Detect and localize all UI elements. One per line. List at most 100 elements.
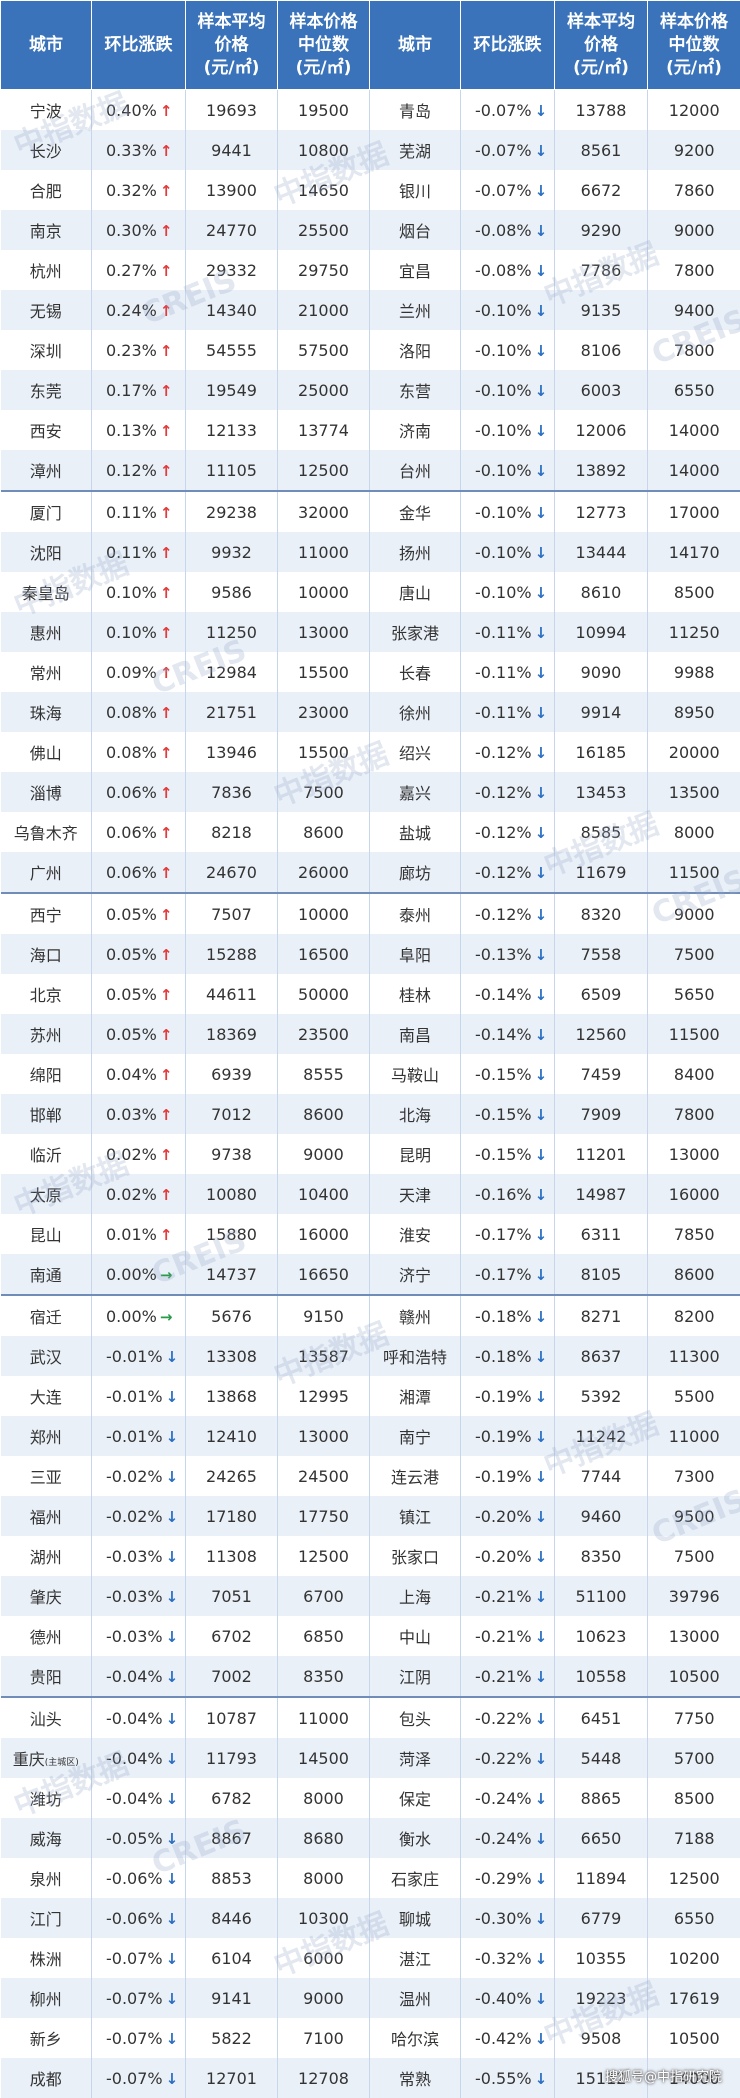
median-price-cell: 29750 — [278, 250, 370, 290]
city-name: 盐城 — [399, 824, 431, 843]
table-row: 苏州0.05%↑1836923500南昌-0.14%↓1256011500 — [1, 1014, 740, 1054]
change-value: -0.01% — [106, 1387, 163, 1406]
median-price-cell: 16500 — [278, 934, 370, 974]
avg-price-cell: 8350 — [555, 1536, 648, 1576]
table-row: 杭州0.27%↑2933229750宜昌-0.08%↓77867800 — [1, 250, 740, 290]
avg-price-cell: 6451 — [555, 1697, 648, 1738]
change-value: 0.06% — [106, 823, 157, 842]
arrow-up-icon: ↑ — [160, 824, 173, 842]
change-cell: -0.19%↓ — [461, 1456, 555, 1496]
median-price-cell: 57500 — [278, 330, 370, 370]
change-cell: -0.01%↓ — [92, 1416, 186, 1456]
avg-price-cell: 9441 — [186, 130, 278, 170]
arrow-down-icon: ↓ — [535, 1186, 548, 1204]
change-value: -0.10% — [475, 503, 532, 522]
city-name: 包头 — [399, 1710, 431, 1729]
city-cell: 佛山 — [1, 732, 92, 772]
change-value: -0.12% — [475, 905, 532, 924]
avg-price-cell: 11105 — [186, 450, 278, 491]
arrow-down-icon: ↓ — [535, 624, 548, 642]
avg-price-cell: 14737 — [186, 1254, 278, 1295]
city-name: 常熟 — [399, 2070, 431, 2089]
city-name: 湖州 — [30, 1548, 62, 1567]
median-price-cell: 6550 — [648, 370, 740, 410]
change-value: 0.10% — [106, 583, 157, 602]
change-cell: -0.01%↓ — [92, 1376, 186, 1416]
median-price-cell: 7188 — [648, 1818, 740, 1858]
change-cell: -0.11%↓ — [461, 652, 555, 692]
change-cell: 0.27%↑ — [92, 250, 186, 290]
change-cell: 0.30%↑ — [92, 210, 186, 250]
change-cell: -0.08%↓ — [461, 250, 555, 290]
arrow-down-icon: ↓ — [535, 422, 548, 440]
median-price-cell: 14000 — [648, 450, 740, 491]
city-cell: 苏州 — [1, 1014, 92, 1054]
arrow-down-icon: ↓ — [535, 1026, 548, 1044]
change-value: 0.30% — [106, 221, 157, 240]
header-row: 城市 环比涨跌 样本平均 价格 (元/㎡) 样本价格 中位数 (元/㎡) 城市 … — [1, 1, 740, 90]
arrow-up-icon: ↑ — [160, 382, 173, 400]
arrow-up-icon: ↑ — [160, 1106, 173, 1124]
city-name: 江阴 — [399, 1668, 431, 1687]
arrow-flat-icon: → — [160, 1266, 173, 1284]
city-cell: 江门 — [1, 1898, 92, 1938]
change-value: 0.09% — [106, 663, 157, 682]
avg-price-cell: 9135 — [555, 290, 648, 330]
avg-price-cell: 7012 — [186, 1094, 278, 1134]
arrow-up-icon: ↑ — [160, 864, 173, 882]
avg-price-cell: 10787 — [186, 1697, 278, 1738]
table-row: 乌鲁木齐0.06%↑82188600盐城-0.12%↓85858000 — [1, 812, 740, 852]
arrow-down-icon: ↓ — [535, 906, 548, 924]
median-price-cell: 13000 — [648, 1616, 740, 1656]
city-name: 沈阳 — [30, 544, 62, 563]
arrow-up-icon: ↑ — [160, 462, 173, 480]
avg-price-cell: 14987 — [555, 1174, 648, 1214]
avg-price-cell: 44611 — [186, 974, 278, 1014]
median-price-cell: 8350 — [278, 1656, 370, 1697]
arrow-down-icon: ↓ — [166, 1388, 179, 1406]
change-cell: 0.02%↑ — [92, 1134, 186, 1174]
median-price-cell: 13587 — [278, 1336, 370, 1376]
change-value: 0.02% — [106, 1145, 157, 1164]
city-cell: 泉州 — [1, 1858, 92, 1898]
table-row: 漳州0.12%↑1110512500台州-0.10%↓1389214000 — [1, 450, 740, 491]
table-row: 威海-0.05%↓88678680衡水-0.24%↓66507188 — [1, 1818, 740, 1858]
median-price-cell: 25000 — [278, 370, 370, 410]
arrow-down-icon: ↓ — [535, 986, 548, 1004]
arrow-up-icon: ↑ — [160, 142, 173, 160]
change-cell: -0.24%↓ — [461, 1818, 555, 1858]
change-value: -0.15% — [475, 1065, 532, 1084]
change-value: -0.19% — [475, 1427, 532, 1446]
avg-price-cell: 7051 — [186, 1576, 278, 1616]
median-price-cell: 5650 — [648, 974, 740, 1014]
median-price-cell: 16650 — [278, 1254, 370, 1295]
avg-price-cell: 9932 — [186, 532, 278, 572]
change-value: -0.16% — [475, 1185, 532, 1204]
city-cell: 绍兴 — [370, 732, 461, 772]
change-cell: -0.21%↓ — [461, 1576, 555, 1616]
median-price-cell: 8500 — [648, 1778, 740, 1818]
table-row: 沈阳0.11%↑993211000扬州-0.10%↓1344414170 — [1, 532, 740, 572]
city-cell: 银川 — [370, 170, 461, 210]
change-cell: -0.07%↓ — [92, 2058, 186, 2098]
change-value: -0.24% — [475, 1789, 532, 1808]
city-name: 广州 — [30, 864, 62, 883]
city-name: 洛阳 — [399, 342, 431, 361]
arrow-down-icon: ↓ — [166, 2030, 179, 2048]
change-value: -0.07% — [106, 1989, 163, 2008]
avg-price-cell: 8446 — [186, 1898, 278, 1938]
median-price-cell: 7850 — [648, 1214, 740, 1254]
avg-price-cell: 7459 — [555, 1054, 648, 1094]
arrow-down-icon: ↓ — [535, 1950, 548, 1968]
median-price-cell: 19500 — [278, 90, 370, 131]
city-name: 张家口 — [391, 1548, 439, 1567]
avg-price-cell: 29332 — [186, 250, 278, 290]
median-price-cell: 8680 — [278, 1818, 370, 1858]
median-price-cell: 32000 — [278, 491, 370, 532]
change-cell: 0.12%↑ — [92, 450, 186, 491]
change-cell: 0.06%↑ — [92, 852, 186, 893]
city-name: 成都 — [30, 2070, 62, 2089]
table-row: 广州0.06%↑2467026000廊坊-0.12%↓1167911500 — [1, 852, 740, 893]
arrow-down-icon: ↓ — [535, 1428, 548, 1446]
change-value: -0.13% — [475, 945, 532, 964]
